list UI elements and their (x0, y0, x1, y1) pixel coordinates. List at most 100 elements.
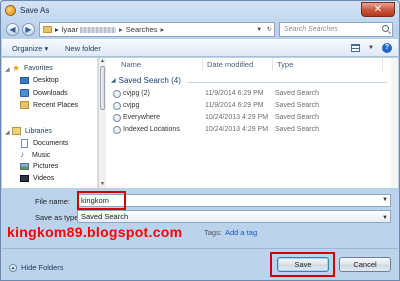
sidebar-item-label: Pictures (33, 163, 59, 170)
search-icon (382, 25, 389, 32)
file-name: Everywhere (123, 114, 160, 121)
sidebar-item-label: Videos (33, 175, 55, 182)
breadcrumb-separator-icon: ▸ (160, 25, 165, 34)
file-name: Indexed Locations (123, 126, 180, 133)
breadcrumb-separator-icon: ▸ (119, 25, 123, 34)
sidebar-item-recent-places[interactable]: Recent Places (20, 101, 78, 109)
cancel-button[interactable]: Cancel (339, 257, 391, 272)
file-list: Name Date modified Type ◢ Saved Search (… (107, 58, 398, 188)
search-input[interactable]: Search Searches (279, 22, 393, 37)
pictures-icon (20, 163, 29, 170)
breadcrumb-searches[interactable]: Searches (126, 25, 158, 34)
view-controls: ▼ ? (351, 43, 392, 53)
chevron-down-icon[interactable]: ▼ (256, 27, 262, 33)
desktop-icon (20, 77, 29, 84)
file-date: 10/24/2013 4:29 PM (205, 114, 269, 121)
command-bar: Organize ▾ New folder ▼ ? (2, 39, 398, 57)
add-tag-link[interactable]: Add a tag (225, 228, 257, 237)
table-row[interactable]: cvjpg (2) 11/9/2014 6:29 PM Saved Search (107, 89, 392, 100)
chevron-down-icon[interactable]: ▼ (382, 213, 388, 224)
expand-icon[interactable]: ◢ (5, 66, 10, 73)
sidebar-item-label: Recent Places (33, 101, 79, 109)
group-header[interactable]: ◢ Saved Search (4) (111, 76, 181, 85)
saved-search-icon (113, 126, 121, 134)
address-controls[interactable]: ▼ ↻ (254, 23, 274, 36)
sidebar-item-label: Libraries (25, 127, 52, 135)
scroll-down-icon[interactable]: ▼ (99, 181, 106, 188)
group-label: Saved Search (4) (118, 76, 181, 85)
saved-search-icon (113, 102, 121, 110)
saved-search-icon (113, 114, 121, 122)
column-header-date[interactable]: Date modified (203, 58, 273, 71)
scrollbar-thumb[interactable] (100, 66, 105, 110)
collapse-icon: ◢ (111, 78, 116, 84)
file-name: cvjpg (123, 102, 140, 109)
sidebar-item-label: Favorites (24, 64, 53, 72)
sidebar-item-libraries[interactable]: Libraries (12, 127, 52, 135)
saved-search-icon (113, 90, 121, 98)
file-list-scrollbar[interactable] (391, 58, 398, 188)
sidebar-item-label: Music (32, 151, 51, 159)
downloads-icon (20, 89, 29, 97)
file-type: Saved Search (275, 114, 319, 121)
sidebar-item-videos[interactable]: Videos (20, 175, 54, 182)
column-header-name[interactable]: Name (107, 58, 203, 71)
save-as-type-select[interactable]: Saved Search ▼ (77, 210, 391, 223)
help-icon[interactable]: ? (382, 43, 392, 53)
sidebar-item-pictures[interactable]: Pictures (20, 163, 58, 170)
file-date: 11/9/2014 6:29 PM (205, 90, 264, 97)
expand-icon[interactable]: ◢ (5, 129, 10, 136)
file-type: Saved Search (275, 90, 319, 97)
hide-folders-button[interactable]: ▲ Hide Folders (9, 263, 64, 272)
redacted-segment (80, 26, 117, 33)
sidebar-item-desktop[interactable]: Desktop (20, 77, 59, 84)
organize-button[interactable]: Organize ▾ (12, 44, 48, 53)
save-as-type-value: Saved Search (81, 212, 129, 221)
sidebar-item-label: Downloads (33, 89, 68, 97)
tags-label: Tags: (204, 228, 222, 237)
file-name-label: File name: (35, 197, 71, 206)
file-name: cvjpg (2) (123, 90, 150, 97)
refresh-icon[interactable]: ↻ (267, 26, 272, 33)
chevron-down-icon[interactable]: ▼ (382, 197, 388, 203)
column-header-type[interactable]: Type (273, 58, 383, 71)
window-title: Save As (20, 6, 50, 15)
file-date: 11/9/2014 6:29 PM (205, 102, 264, 109)
address-bar[interactable]: ▸ lyaar ▸ Searches ▸ ▼ ↻ (39, 22, 275, 37)
sidebar-item-downloads[interactable]: Downloads (20, 89, 68, 97)
navigation-pane: ◢ ★ Favorites Desktop Downloads Recent P… (2, 58, 98, 188)
close-button[interactable]: ✕ (361, 2, 395, 17)
breadcrumb-arrow-icon: ▸ (55, 25, 59, 34)
file-date: 10/24/2013 4:29 PM (205, 126, 269, 133)
sidebar-item-favorites[interactable]: ★ Favorites (12, 63, 53, 73)
table-row[interactable]: cvjpg 11/9/2014 6:29 PM Saved Search (107, 101, 392, 112)
folder-icon (43, 26, 52, 33)
chevron-down-icon[interactable]: ▼ (368, 45, 374, 51)
videos-icon (20, 175, 29, 182)
sidebar-item-documents[interactable]: Documents (20, 139, 68, 148)
group-divider (187, 82, 387, 83)
filename-highlight-box (77, 191, 126, 210)
scroll-up-icon[interactable]: ▲ (99, 58, 106, 65)
breadcrumb-user[interactable]: lyaar (62, 25, 78, 34)
music-icon: ♪ (20, 150, 24, 159)
back-button[interactable]: ◀ (6, 23, 19, 36)
file-type: Saved Search (275, 102, 319, 109)
table-row[interactable]: Indexed Locations 10/24/2013 4:29 PM Sav… (107, 125, 392, 136)
title-bar: Save As ✕ (1, 1, 399, 21)
chevron-up-icon: ▲ (9, 263, 17, 272)
new-folder-button[interactable]: New folder (65, 44, 101, 53)
table-row[interactable]: Everywhere 10/24/2013 4:29 PM Saved Sear… (107, 113, 392, 124)
view-list-icon[interactable] (351, 44, 361, 52)
star-icon: ★ (12, 63, 21, 73)
libraries-icon (12, 127, 21, 135)
sidebar-item-music[interactable]: ♪ Music (20, 151, 50, 159)
file-type: Saved Search (275, 126, 319, 133)
sidebar-item-label: Documents (33, 140, 69, 147)
forward-button[interactable]: ▶ (22, 23, 35, 36)
sidebar-scrollbar[interactable]: ▲ ▼ (98, 58, 106, 188)
app-icon (5, 5, 16, 16)
save-highlight-box (270, 252, 335, 277)
save-as-dialog: Save As ✕ ◀ ▶ ▸ lyaar ▸ Searches ▸ ▼ ↻ S… (0, 0, 400, 281)
documents-icon (21, 139, 28, 148)
